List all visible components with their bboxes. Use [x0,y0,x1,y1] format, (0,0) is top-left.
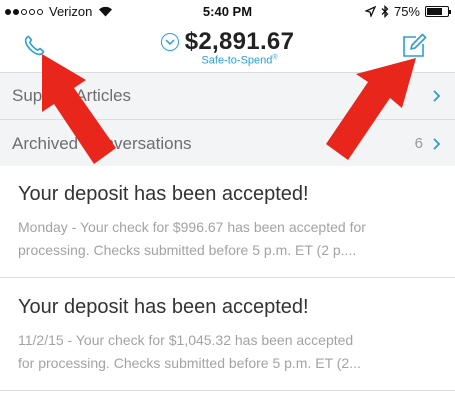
location-icon [364,6,376,17]
status-right: 75% [364,4,451,19]
compose-button[interactable] [400,32,428,60]
message-preview-line: 11/2/15 - Your check for $1,045.32 has b… [18,332,354,348]
message-preview: Monday - Your check for $996.67 has been… [18,216,437,262]
chevron-down-icon[interactable] [160,33,179,51]
chevron-right-icon [433,90,441,102]
support-articles-row[interactable]: Support Articles [0,72,455,120]
battery-percent: 75% [393,4,420,19]
message-item[interactable]: Your deposit has been accepted! Monday -… [0,166,455,278]
row-label: Archived Conversations [12,133,192,153]
message-preview-line: for processing. Checks submitted before … [18,355,361,371]
message-preview-line: Monday - Your check for $996.67 has been… [18,219,366,235]
balance-widget[interactable]: $2,891.67 Safe-to-Spend® [0,28,455,67]
bluetooth-icon [381,5,389,18]
message-item[interactable]: Your deposit has been accepted! 11/2/15 … [0,279,455,391]
chevron-right-icon [433,137,441,150]
balance-amount: $2,891.67 [184,28,295,55]
compose-icon [403,33,427,57]
safe-to-spend-label: Safe-to-Spend® [24,54,455,67]
nav-rows: Support Articles Archived Conversations … [0,72,455,168]
message-preview-line: processing. Checks submitted before 5 p.… [18,242,357,258]
row-label: Support Articles [12,86,132,105]
battery-fill [427,8,442,15]
message-title: Your deposit has been accepted! [18,296,309,318]
status-bar: Verizon 5:40 PM 75% [0,0,455,24]
registered-mark: ® [272,54,278,61]
safe-to-spend-text: Safe-to-Spend [201,54,273,67]
message-preview: 11/2/15 - Your check for $1,045.32 has b… [18,329,437,375]
message-title: Your deposit has been accepted! [18,183,309,205]
row-count: 6 [414,135,423,152]
battery-icon [425,6,451,17]
archived-conversations-row[interactable]: Archived Conversations 6 [0,120,455,168]
nav-bar: $2,891.67 Safe-to-Spend® [0,24,455,72]
